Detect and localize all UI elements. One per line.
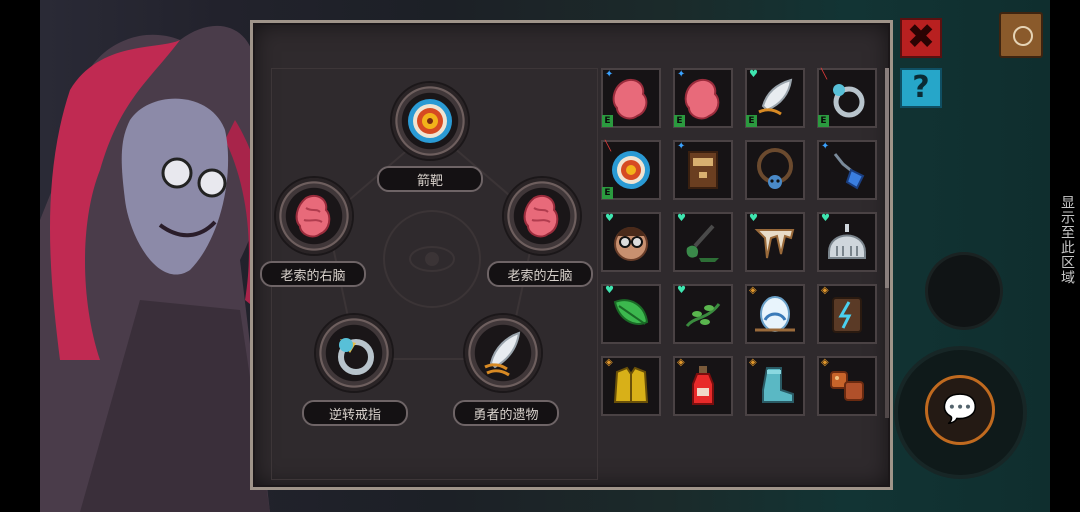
brain-icon — [684, 78, 720, 120]
inventory-grid: ✦ E ✦ E ♥ E ╲ E ╲ E ✦ ✦ ♥ ♥ ♥ ♥ ♥ ♥ ◈ ◈ ◈ ◈ ◈ ◈ — [601, 68, 881, 418]
help-button[interactable]: ? — [900, 68, 942, 108]
vine-sprout-icon — [685, 303, 721, 328]
target-icon — [612, 151, 650, 189]
equipped-badge: E — [674, 115, 685, 127]
gold-armor-icon — [613, 366, 649, 403]
inventory-scrollbar[interactable] — [885, 68, 889, 418]
brain-icon — [523, 194, 559, 238]
teal-boot-icon — [762, 367, 794, 403]
heart-marker-icon: ♥ — [605, 285, 614, 296]
equip-slot-target[interactable] — [392, 83, 468, 159]
inventory-slot[interactable]: ◈ — [817, 284, 877, 344]
equip-label-ring: 逆转戒指 — [302, 400, 408, 426]
chat-button[interactable]: 💬 — [925, 375, 995, 445]
heart-marker-icon: ♥ — [605, 213, 614, 224]
shield-marker-icon: ◈ — [749, 357, 757, 368]
scrollbar-thumb[interactable] — [885, 68, 889, 288]
shield-marker-icon: ◈ — [749, 285, 757, 296]
inventory-slot[interactable]: ╲ E — [601, 140, 661, 200]
inventory-slot[interactable]: ◈ — [817, 356, 877, 416]
game-scene: 箭靶 老索的右脑 老索的左脑 逆转戒指 勇者的遗物 ✦ E ✦ E ♥ E ╲ … — [0, 0, 1080, 512]
letterbox-left — [0, 0, 40, 512]
star-marker-icon: ✦ — [605, 69, 614, 80]
inventory-slot[interactable]: ♥ — [601, 284, 661, 344]
inventory-slot[interactable]: ♥ — [601, 212, 661, 272]
display-area-hint: 显示至此区域 — [1059, 195, 1075, 285]
heart-marker-icon: ♥ — [749, 69, 758, 80]
feather-relic-icon — [484, 331, 521, 377]
inventory-window: 箭靶 老索的右脑 老索的左脑 逆转戒指 勇者的遗物 ✦ E ✦ E ♥ E ╲ … — [250, 20, 893, 490]
equip-label-relic: 勇者的遗物 — [453, 400, 559, 426]
slash-marker-icon: ╲ — [605, 141, 612, 152]
action-button[interactable] — [928, 255, 1000, 327]
shovel-icon — [686, 224, 719, 262]
inventory-slot[interactable]: ◈ — [601, 356, 661, 416]
inventory-slot[interactable]: ♥ E — [745, 68, 805, 128]
shield-marker-icon: ◈ — [605, 357, 613, 368]
star-marker-icon: ✦ — [821, 141, 830, 152]
feather-relic-icon — [758, 78, 793, 116]
inventory-slot[interactable]: ♥ — [673, 284, 733, 344]
inventory-slot[interactable]: ✦ E — [601, 68, 661, 128]
scroll-box-icon — [688, 151, 718, 189]
equipped-badge: E — [746, 115, 757, 127]
shield-marker-icon: ◈ — [821, 285, 829, 296]
silver-helmet-icon — [828, 224, 866, 259]
glasses-face-icon — [614, 227, 648, 261]
heart-marker-icon: ♥ — [677, 213, 686, 224]
equipped-badge: E — [602, 187, 613, 199]
brain-icon — [295, 194, 331, 238]
crystal-egg-icon — [755, 296, 795, 332]
shield-marker-icon: ◈ — [677, 357, 685, 368]
equip-slot-left-brain[interactable] — [504, 178, 580, 254]
inventory-slot[interactable]: ✦ — [673, 140, 733, 200]
red-potion-icon — [692, 366, 714, 405]
star-marker-icon: ✦ — [677, 69, 686, 80]
equip-label-target: 箭靶 — [377, 166, 483, 192]
shield-marker-icon: ◈ — [821, 357, 829, 368]
heart-marker-icon: ♥ — [821, 213, 830, 224]
brain-icon — [612, 78, 648, 120]
inventory-slot[interactable]: ✦ E — [673, 68, 733, 128]
heart-marker-icon: ♥ — [749, 213, 758, 224]
inventory-slot[interactable]: ♥ — [817, 212, 877, 272]
equipped-badge: E — [602, 115, 613, 127]
equip-slot-relic[interactable] — [465, 315, 541, 391]
inventory-slot[interactable]: ◈ — [673, 356, 733, 416]
slash-marker-icon: ╲ — [821, 69, 828, 80]
inventory-slot[interactable]: ◈ — [745, 284, 805, 344]
equip-label-left-brain: 老索的左脑 — [487, 261, 593, 287]
green-leaf-icon — [613, 299, 649, 325]
inventory-slot[interactable]: ╲ E — [817, 68, 877, 128]
star-marker-icon: ✦ — [677, 141, 686, 152]
equip-slot-ring[interactable] — [316, 315, 392, 391]
equip-slot-right-brain[interactable] — [276, 178, 352, 254]
equip-label-right-brain: 老索的右脑 — [260, 261, 366, 287]
bone-fang-icon — [754, 229, 795, 259]
heart-marker-icon: ♥ — [677, 285, 686, 296]
equipped-badge: E — [818, 115, 829, 127]
inventory-slot[interactable]: ✦ — [817, 140, 877, 200]
ring-icon — [338, 338, 374, 375]
lightning-rune-icon — [832, 297, 862, 333]
close-button[interactable]: ✖ — [900, 18, 942, 58]
meat-chunks-icon — [830, 371, 864, 401]
inventory-slot[interactable]: ♥ — [745, 212, 805, 272]
journal-book-button[interactable] — [999, 12, 1043, 58]
target-icon — [408, 99, 452, 143]
blue-amulet-icon — [833, 153, 865, 190]
inventory-slot[interactable]: ◈ — [745, 356, 805, 416]
ring-icon — [833, 84, 865, 118]
skull-necklace-icon — [757, 148, 793, 189]
inventory-slot[interactable]: ♥ — [673, 212, 733, 272]
inventory-slot[interactable] — [745, 140, 805, 200]
